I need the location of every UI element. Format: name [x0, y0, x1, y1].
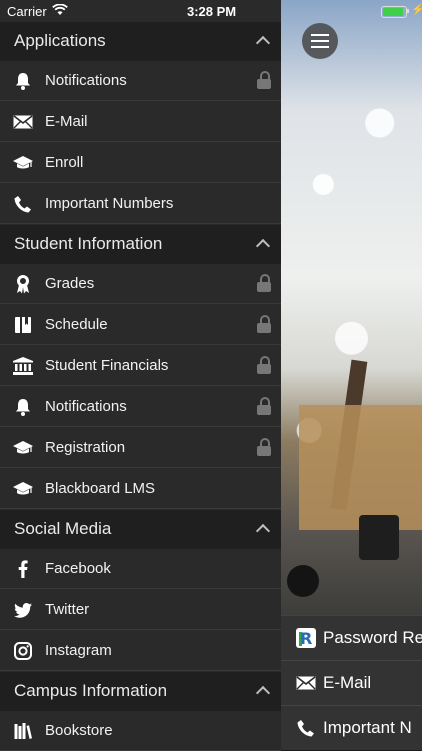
- menu-item-student-financials[interactable]: Student Financials: [0, 346, 281, 386]
- section-title: Campus Information: [14, 681, 168, 700]
- graduation-cap-icon: [13, 153, 33, 173]
- section-title: Student Information: [14, 234, 163, 253]
- chevron-up-icon[interactable]: [255, 523, 271, 539]
- lock-icon: [257, 397, 271, 415]
- lock-icon: [257, 315, 271, 333]
- mail-icon: [295, 673, 317, 693]
- lock-body: [257, 405, 271, 415]
- graduation-cap-icon: [13, 438, 33, 458]
- book-icon: [13, 315, 33, 335]
- mail-icon: [13, 112, 33, 132]
- menu-item-twitter[interactable]: Twitter: [0, 590, 281, 630]
- menu-item-bookstore[interactable]: Bookstore: [0, 711, 281, 751]
- menu-item-schedule[interactable]: Schedule: [0, 305, 281, 345]
- menu-item-label: Twitter: [45, 601, 90, 618]
- facebook-icon: [13, 559, 33, 579]
- menu-item-label: E-Mail: [45, 113, 88, 130]
- menu-item-label: Grades: [45, 275, 95, 292]
- section-title: Social Media: [14, 519, 112, 538]
- menu-item-label: Important Numbers: [45, 195, 174, 212]
- menu-item-label: Notifications: [45, 398, 127, 415]
- menu-item-enroll[interactable]: Enroll: [0, 143, 281, 183]
- menu-item-e-mail[interactable]: E-Mail: [0, 102, 281, 142]
- menu-item-label: Enroll: [45, 154, 84, 171]
- lock-body: [257, 364, 271, 374]
- section-header-applications[interactable]: Applications: [0, 22, 281, 61]
- menu-item-important-numbers[interactable]: Important Numbers: [0, 184, 281, 224]
- quick-link-label: E-Mail: [323, 673, 372, 692]
- charging-icon: ⚡: [411, 4, 422, 16]
- books-icon: [13, 721, 33, 741]
- award-icon: [13, 274, 33, 294]
- r-logo-icon: R: [295, 628, 317, 648]
- navigation-drawer: Applications Notifications E-Mail Enroll Imp…: [0, 0, 281, 751]
- bell-icon: [13, 397, 33, 417]
- menu-button[interactable]: [302, 23, 338, 59]
- carrier-label: Carrier: [7, 4, 47, 19]
- menu-item-label: Student Financials: [45, 357, 169, 374]
- menu-item-label: Notifications: [45, 72, 127, 89]
- chevron-up-icon[interactable]: [255, 685, 271, 701]
- menu-icon: [311, 40, 329, 42]
- lock-icon: [257, 71, 271, 89]
- menu-item-label: Blackboard LMS: [45, 480, 156, 497]
- menu-item-notifications[interactable]: Notifications: [0, 387, 281, 427]
- campus-photo: [281, 0, 422, 615]
- menu-item-facebook[interactable]: Facebook: [0, 549, 281, 589]
- instagram-icon: [13, 641, 33, 661]
- trash-bin: [359, 515, 399, 560]
- menu-item-blackboard-lms[interactable]: Blackboard LMS: [0, 469, 281, 509]
- lock-body: [257, 323, 271, 333]
- main-content: R Password Re E-Mail Important N: [281, 0, 422, 750]
- quick-link-password-re[interactable]: R Password Re: [281, 615, 422, 660]
- menu-item-registration[interactable]: Registration: [0, 428, 281, 468]
- menu-item-label: Schedule: [45, 316, 108, 333]
- lock-icon: [257, 356, 271, 374]
- section-header-social-media[interactable]: Social Media: [0, 510, 281, 549]
- menu-item-instagram[interactable]: Instagram: [0, 631, 281, 671]
- quick-link-important-n[interactable]: Important N: [281, 705, 422, 750]
- menu-item-grades[interactable]: Grades: [0, 264, 281, 304]
- menu-item-label: Bookstore: [45, 722, 113, 739]
- menu-icon: [311, 34, 329, 36]
- brick-building: [299, 405, 422, 530]
- lock-icon: [257, 274, 271, 292]
- lock-body: [257, 79, 271, 89]
- section-header-campus-information[interactable]: Campus Information: [0, 672, 281, 711]
- quick-link-label: Password Re: [323, 628, 422, 647]
- phone-icon: [295, 718, 317, 738]
- battery-tip: [407, 9, 409, 13]
- clock: 3:28 PM: [187, 4, 237, 19]
- bollard: [287, 565, 319, 597]
- menu-item-label: Registration: [45, 439, 126, 456]
- graduation-cap-icon: [13, 479, 33, 499]
- chevron-up-icon[interactable]: [255, 238, 271, 254]
- phone-icon: [13, 194, 33, 214]
- status-bar: Carrier 3:28 PM ⚡: [0, 0, 422, 22]
- menu-item-notifications[interactable]: Notifications: [0, 61, 281, 101]
- section-header-student-information[interactable]: Student Information: [0, 225, 281, 264]
- lock-icon: [257, 438, 271, 456]
- chevron-up-icon[interactable]: [255, 35, 271, 51]
- section-title: Applications: [14, 31, 106, 50]
- quick-link-label: Important N: [323, 718, 412, 737]
- quick-link-e-mail[interactable]: E-Mail: [281, 660, 422, 705]
- menu-item-label: Instagram: [45, 642, 112, 659]
- lock-body: [257, 446, 271, 456]
- battery-icon: [381, 6, 407, 18]
- bell-icon: [13, 71, 33, 91]
- menu-icon: [311, 46, 329, 48]
- menu-item-label: Facebook: [45, 560, 111, 577]
- bank-icon: [13, 356, 33, 376]
- twitter-icon: [13, 600, 33, 620]
- wifi-icon: [52, 3, 68, 19]
- lock-body: [257, 282, 271, 292]
